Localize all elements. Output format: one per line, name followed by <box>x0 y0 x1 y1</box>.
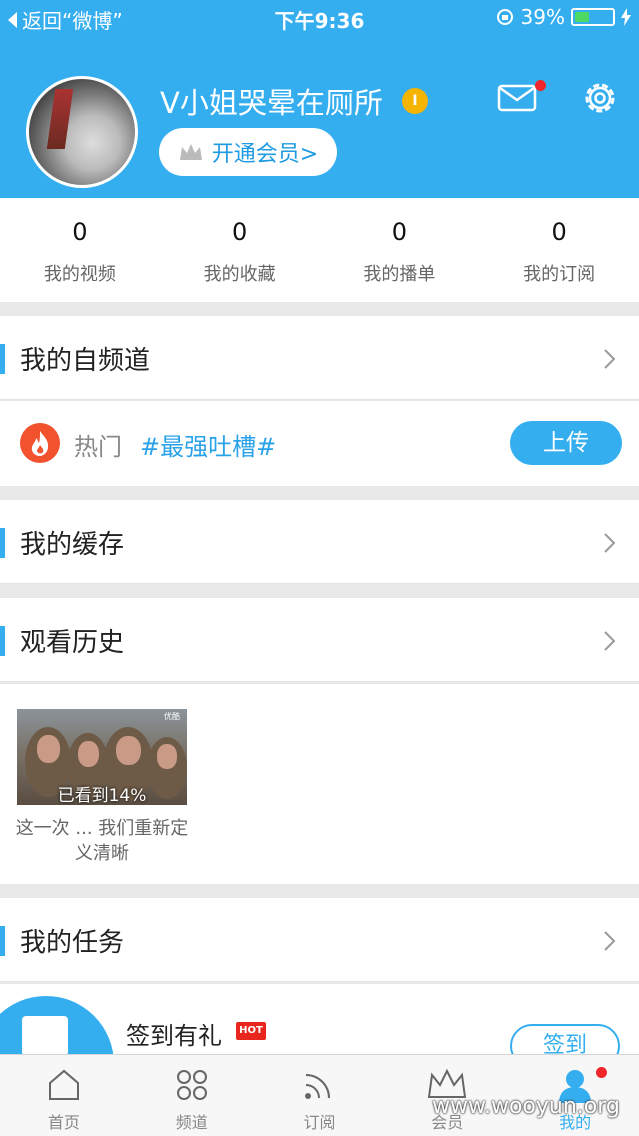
section-title: 我的缓存 <box>20 530 125 560</box>
battery-fill <box>575 12 590 22</box>
open-membership-button[interactable]: 开通会员> <box>159 128 337 176</box>
tab-channels[interactable]: 频道 <box>128 1055 256 1136</box>
status-bar: 返回“微博” 下午9:36 39% <box>0 0 639 36</box>
mail-icon[interactable] <box>497 84 537 112</box>
task-title: 签到有礼 <box>126 1022 222 1050</box>
stat-value: 0 <box>72 218 88 246</box>
crown-icon <box>179 144 202 160</box>
stat-value: 0 <box>391 218 408 246</box>
avatar[interactable] <box>26 76 138 188</box>
section-my-cache[interactable]: 我的缓存 <box>0 500 639 584</box>
status-right: 39% <box>495 5 631 29</box>
stat-label: 我的订阅 <box>523 264 596 285</box>
calendar-icon <box>22 1016 68 1056</box>
section-title: 我的任务 <box>20 928 125 958</box>
hot-badge: HOT <box>236 1022 266 1040</box>
stat-value: 0 <box>231 218 248 246</box>
chevron-right-icon <box>604 349 616 369</box>
stat-label: 我的播单 <box>363 264 436 285</box>
tab-home[interactable]: 首页 <box>0 1055 128 1136</box>
hot-topic-link[interactable]: #最强吐槽# <box>140 427 276 462</box>
rotation-lock-icon <box>496 9 513 25</box>
membership-label: 开通会员> <box>211 142 319 167</box>
home-icon <box>48 1069 79 1100</box>
mail-unread-dot <box>535 80 546 91</box>
stat-playlists[interactable]: 0 我的播单 <box>320 198 480 302</box>
stat-favorites[interactable]: 0 我的收藏 <box>160 198 320 302</box>
tab-label: 订阅 <box>303 1113 336 1132</box>
section-title: 我的自频道 <box>20 346 151 376</box>
tab-label: 首页 <box>47 1113 80 1132</box>
section-title: 观看历史 <box>20 628 125 658</box>
battery-icon <box>571 8 615 26</box>
stat-label: 我的视频 <box>43 264 116 285</box>
watermark: www.wooyun.org <box>432 1094 620 1119</box>
section-my-tasks[interactable]: 我的任务 <box>0 898 639 982</box>
watch-progress: 已看到14% <box>57 786 147 806</box>
gear-icon[interactable] <box>580 78 620 118</box>
tab-notification-dot <box>596 1067 607 1078</box>
chevron-right-icon <box>604 631 616 651</box>
profile-header: V小姐哭晕在厕所 I 开通会员> <box>0 36 639 198</box>
grid-icon <box>176 1070 207 1100</box>
video-title[interactable]: 这一次 ... 我们重新定义清晰 <box>14 816 190 866</box>
vip-level-badge: I <box>402 88 428 114</box>
battery-percent: 39% <box>520 5 565 29</box>
stat-videos[interactable]: 0 我的视频 <box>0 198 160 302</box>
hot-label: 热门 <box>74 433 122 461</box>
chevron-right-icon <box>604 931 616 951</box>
chevron-right-icon <box>604 533 616 553</box>
rss-icon <box>305 1074 331 1099</box>
stat-value: 0 <box>551 218 567 246</box>
username[interactable]: V小姐哭晕在厕所 <box>160 80 383 122</box>
stat-label: 我的收藏 <box>203 264 276 285</box>
section-my-channel[interactable]: 我的自频道 <box>0 316 639 400</box>
charging-icon <box>621 8 631 26</box>
tab-label: 频道 <box>175 1113 208 1132</box>
video-source-tag: 优酷 <box>164 712 180 721</box>
fire-icon <box>20 423 60 463</box>
tab-subscriptions[interactable]: 订阅 <box>256 1055 384 1136</box>
upload-button[interactable]: 上传 <box>510 421 622 465</box>
stats-row: 0 我的视频 0 我的收藏 0 我的播单 0 我的订阅 <box>0 198 639 302</box>
section-watch-history[interactable]: 观看历史 <box>0 598 639 682</box>
stat-subscriptions[interactable]: 0 我的订阅 <box>479 198 639 302</box>
